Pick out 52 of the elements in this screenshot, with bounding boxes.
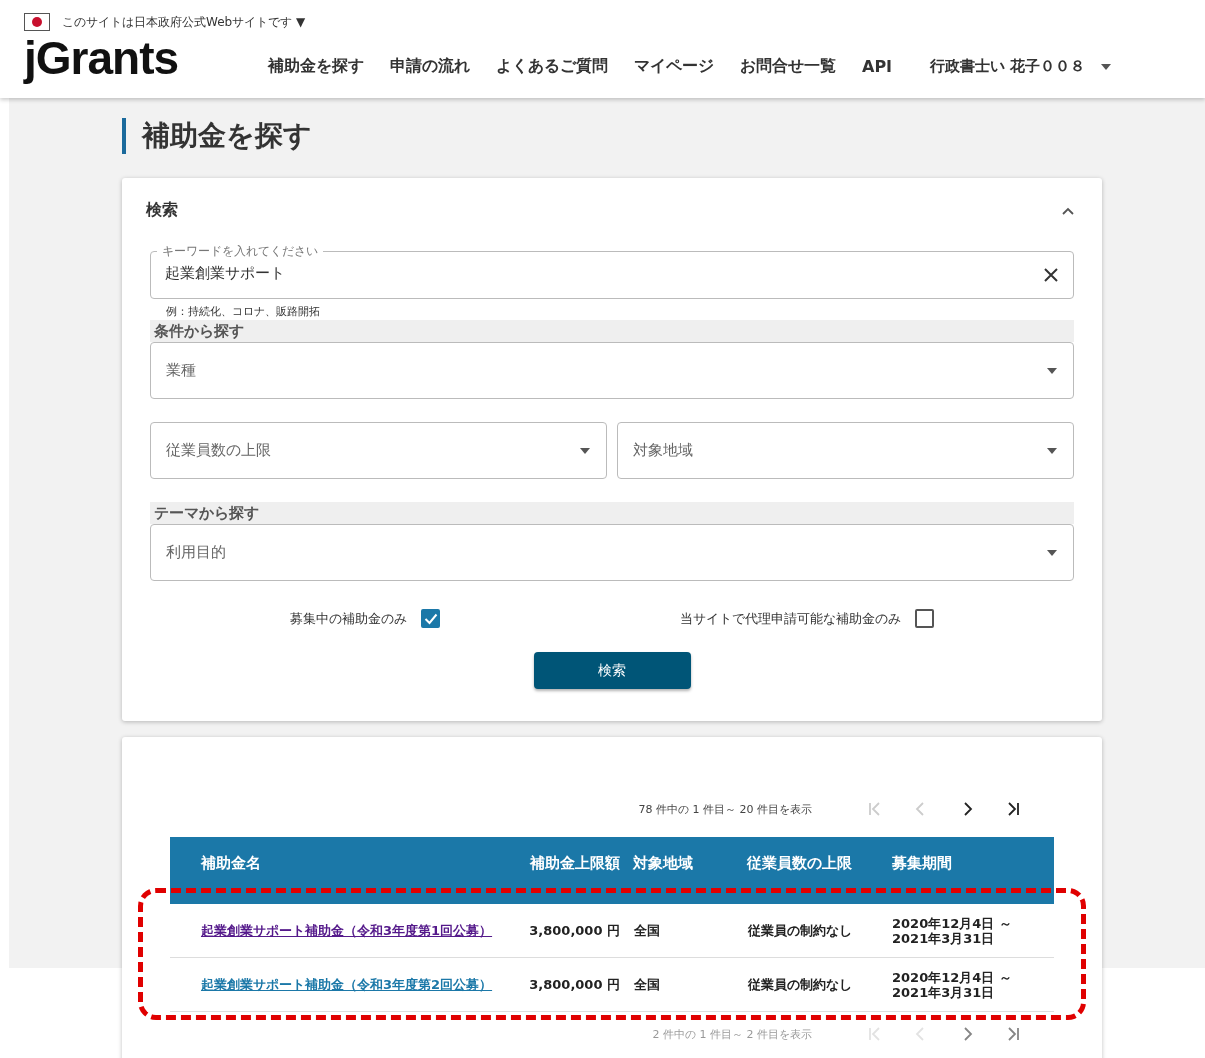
nav-link[interactable]: マイページ — [634, 56, 714, 77]
table-cell: 全国 — [620, 957, 706, 1012]
checkbox-label: 当サイトで代理申請可能な補助金のみ — [680, 609, 901, 628]
field-label: キーワードを入れてください — [161, 243, 319, 260]
nav-link[interactable]: 補助金を探す — [268, 56, 364, 77]
grant-link[interactable]: 起業創業サポート補助金（令和3年度第2回公募） — [201, 976, 493, 992]
column-header[interactable]: 募集期間 — [852, 837, 1054, 904]
keyword-field[interactable]: キーワードを入れてください 起業創業サポート — [150, 243, 1074, 299]
select-field[interactable]: 対象地域 — [617, 422, 1074, 479]
checkbox[interactable] — [915, 609, 934, 628]
dropdown-caret-icon — [1047, 447, 1057, 454]
column-header[interactable]: 従業員数の上限 — [706, 837, 852, 904]
dropdown-caret-icon — [580, 447, 590, 454]
nav-link[interactable]: よくあるご質問 — [496, 56, 608, 77]
nav-link[interactable]: お問合せ一覧 — [740, 56, 836, 77]
logo[interactable]: jGrants — [24, 33, 268, 83]
pagination-summary: 2 件中の 1 件目～ 2 件目を表示 — [652, 1026, 812, 1042]
collapse-icon[interactable] — [1062, 206, 1074, 215]
table-cell: 3,800,000 円 — [520, 957, 620, 1012]
user-menu[interactable]: 行政書士い 花子００８ — [930, 57, 1112, 76]
search-button[interactable]: 検索 — [533, 652, 691, 689]
checkbox-label: 募集中の補助金のみ — [290, 609, 407, 628]
grant-link[interactable]: 起業創業サポート補助金（令和3年度第1回公募） — [201, 922, 493, 938]
column-header[interactable]: 補助金上限額 — [520, 837, 620, 904]
caret-icon — [1101, 63, 1112, 70]
pagination-summary: 78 件中の 1 件目～ 20 件目を表示 — [638, 801, 812, 817]
table-cell: 従業員の制約なし — [706, 957, 852, 1012]
nav-link[interactable]: 申請の流れ — [390, 56, 470, 77]
table-cell: 全国 — [620, 904, 706, 958]
gov-banner-text[interactable]: このサイトは日本政府公式Webサイトです ▼ — [62, 13, 306, 31]
column-header[interactable]: 補助金名 — [170, 837, 520, 904]
clear-icon — [1043, 267, 1059, 283]
checkbox[interactable] — [421, 609, 440, 628]
nav-link[interactable]: API — [862, 57, 893, 76]
keyword-input[interactable]: 起業創業サポート — [165, 264, 1043, 282]
last-page-icon[interactable] — [1005, 801, 1021, 817]
select-field[interactable]: 業種 — [150, 342, 1074, 399]
dropdown-caret-icon — [1047, 549, 1057, 556]
search-panel-title: 検索 — [146, 200, 178, 221]
dropdown-caret-icon — [1047, 367, 1057, 374]
section-heading: テーマから探す — [150, 502, 1074, 524]
page-title: 補助金を探す — [122, 118, 1102, 154]
column-header[interactable]: 対象地域 — [620, 837, 706, 904]
table-cell: 従業員の制約なし — [706, 904, 852, 958]
flag-icon — [24, 13, 50, 31]
field-hint: 例：持続化、コロナ、販路開拓 — [166, 304, 321, 319]
table-cell: 2020年12月4日 ～ 2021年3月31日 — [852, 957, 1054, 1012]
section-heading: 条件から探す — [150, 320, 1074, 342]
table-cell: 2020年12月4日 ～ 2021年3月31日 — [852, 904, 1054, 958]
select-field[interactable]: 従業員数の上限 — [150, 422, 607, 479]
table-cell: 3,800,000 円 — [520, 904, 620, 958]
select-field[interactable]: 利用目的 — [150, 524, 1074, 581]
